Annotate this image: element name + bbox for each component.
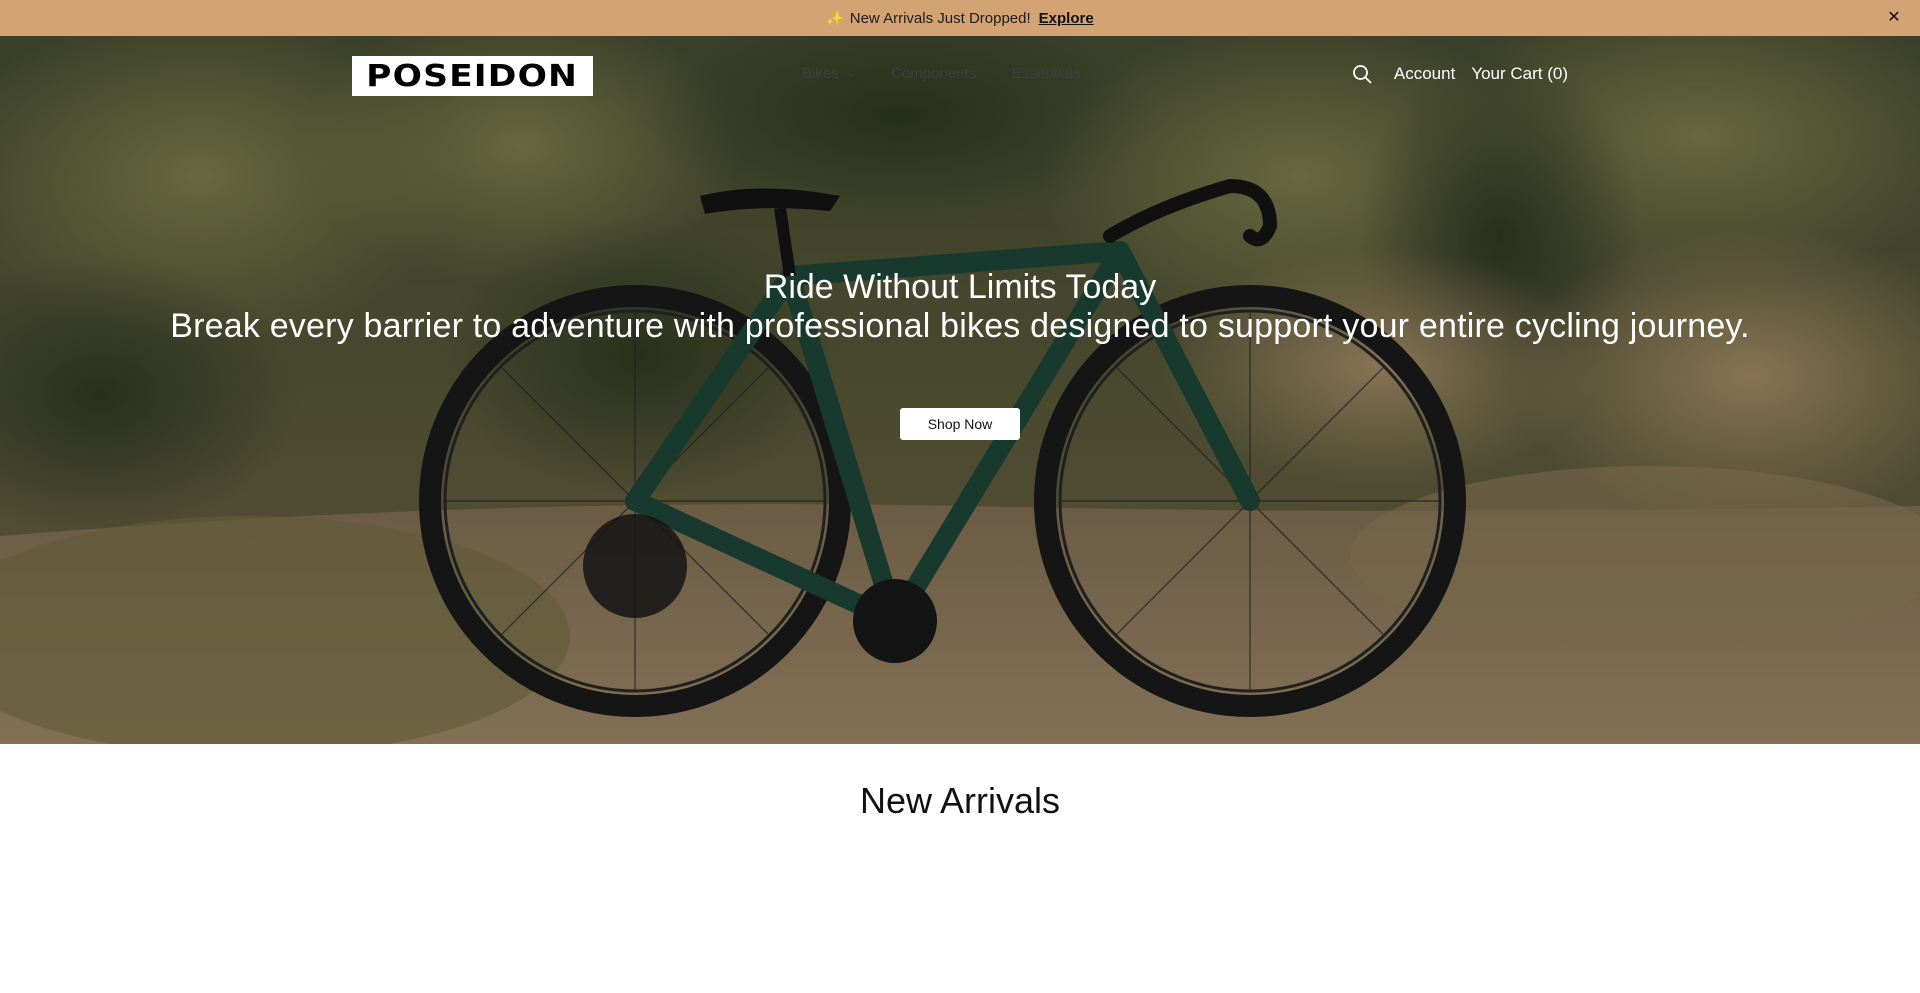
nav-item-bikes[interactable]: Bikes ⌄ — [802, 65, 855, 82]
nav-item-label: Components — [891, 65, 977, 82]
nav-item-essentials[interactable]: Essentials ⌄ — [1012, 65, 1097, 82]
account-link[interactable]: Account — [1394, 64, 1455, 84]
nav-item-label: Bikes — [802, 65, 839, 82]
explore-link[interactable]: Explore — [1039, 10, 1094, 27]
new-arrivals-title: New Arrivals — [859, 780, 1061, 821]
announcement-message: New Arrivals Just Dropped! — [849, 9, 1031, 27]
main-nav: Bikes ⌄ Components Essentials ⌄ — [802, 65, 1133, 82]
close-icon[interactable]: ✕ — [1884, 8, 1904, 28]
hero-banner — [0, 36, 1920, 744]
search-icon[interactable] — [1352, 64, 1372, 84]
site-header: POSEIDON Bikes ⌄ Components Essentials ⌄… — [0, 36, 1920, 116]
logo-text: POSEIDON — [366, 58, 579, 94]
nav-item-label: Essentials — [1012, 65, 1081, 82]
cart-link[interactable]: Your Cart (0) — [1471, 64, 1568, 84]
announcement-bar: ✨ New Arrivals Just Dropped! Explore ✕ — [0, 0, 1920, 36]
sparkle-icon: ✨ — [826, 9, 844, 26]
product-grid — [264, 862, 1656, 882]
chevron-down-icon: ⌄ — [1088, 68, 1097, 79]
hero-overlay — [0, 36, 1920, 744]
nav-item-components[interactable]: Components — [891, 65, 976, 82]
chevron-down-icon: ⌄ — [846, 68, 856, 79]
shop-now-button[interactable]: Shop Now — [900, 408, 1020, 440]
hero-title: Ride Without Limits Today — [763, 268, 1157, 306]
hero-subtitle: Break every barrier to adventure with pr… — [170, 307, 1750, 345]
logo[interactable]: POSEIDON — [352, 56, 593, 96]
header-actions: Account Your Cart (0) — [1352, 64, 1568, 84]
